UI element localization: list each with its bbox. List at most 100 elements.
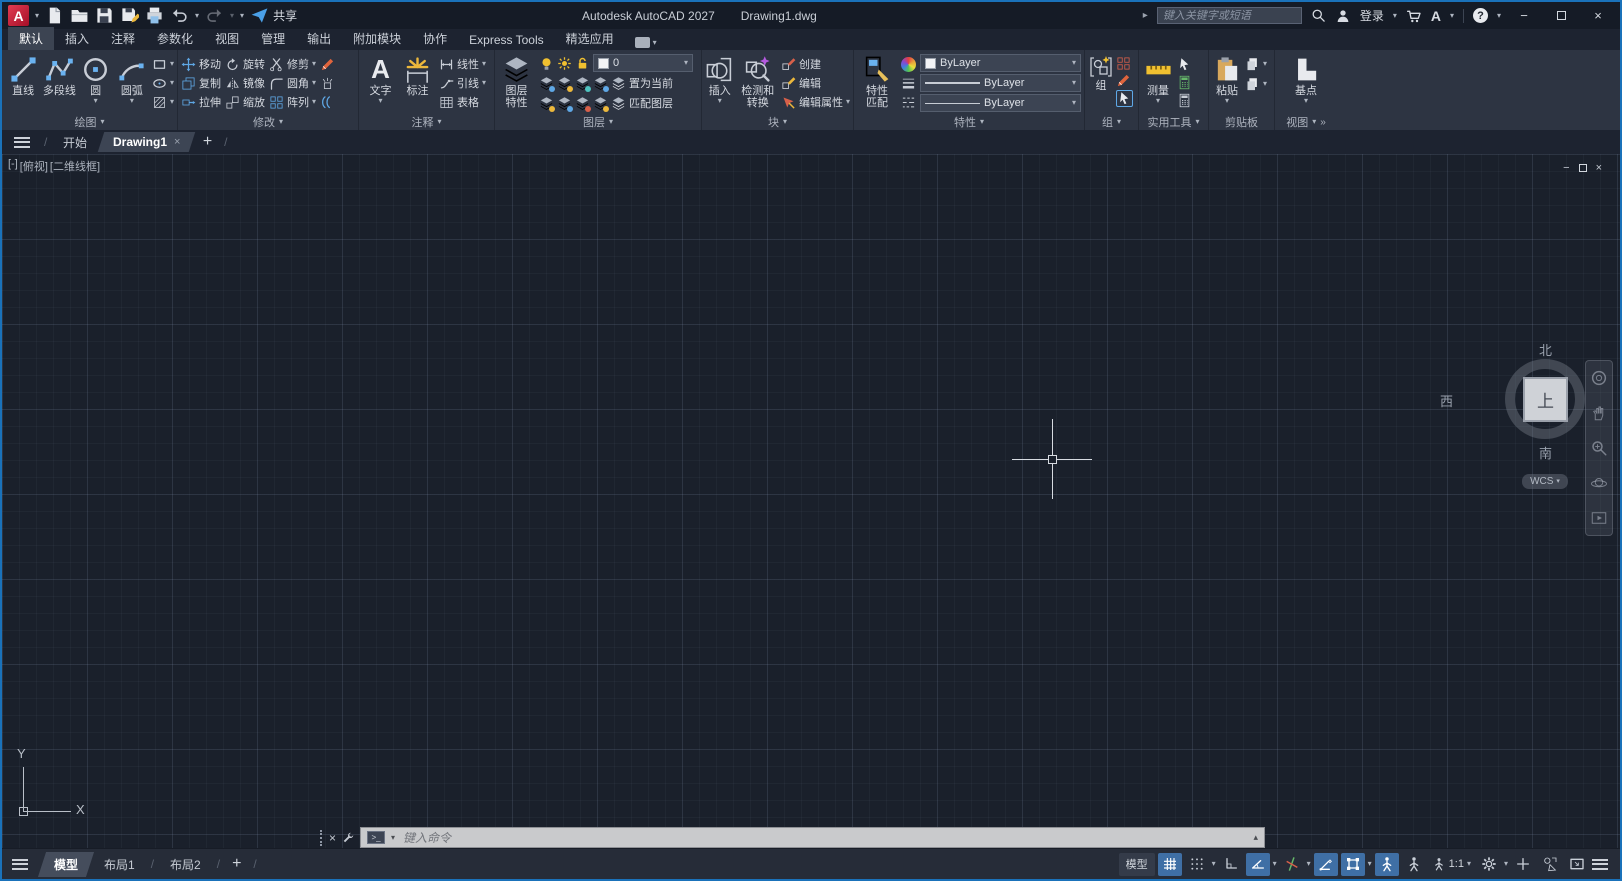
command-line-wrench-icon[interactable] xyxy=(341,831,355,845)
panel-utilities-footer[interactable]: 实用工具 ▾ xyxy=(1139,114,1208,130)
undo-button[interactable] xyxy=(170,6,189,25)
stretch-button[interactable]: 拉伸 xyxy=(181,93,221,111)
viewport-control-minus[interactable]: [-] xyxy=(8,158,18,174)
user-icon[interactable] xyxy=(1335,8,1351,24)
model-space-button[interactable]: 模型 xyxy=(1118,852,1155,876)
isolate-objects-button[interactable] xyxy=(1538,853,1562,876)
layout1-tab[interactable]: 布局1 xyxy=(88,852,151,877)
command-line-grip[interactable] xyxy=(320,829,324,846)
qat-customize-caret-icon[interactable]: ▾ xyxy=(240,11,244,20)
layer-lock-icon[interactable] xyxy=(575,56,590,71)
redo-caret-icon[interactable]: ▾ xyxy=(230,11,234,20)
scale-button[interactable]: 缩放 xyxy=(225,93,265,111)
layer-dropdown[interactable]: 0 ▾ xyxy=(593,54,693,72)
trim-button[interactable]: 修剪 ▾ xyxy=(269,55,316,73)
ribbon-tab-view[interactable]: 视图 xyxy=(204,27,250,50)
annotation-visibility-toggle[interactable] xyxy=(1374,852,1399,876)
viewport-control-view[interactable]: [俯视] xyxy=(20,158,48,174)
insert-caret-icon[interactable]: ▾ xyxy=(718,97,722,105)
help-icon[interactable]: ? xyxy=(1472,8,1488,23)
lineweight-button[interactable] xyxy=(901,74,916,92)
workspace-caret-icon[interactable]: ▾ xyxy=(1504,860,1508,868)
file-tab-drawing1[interactable]: Drawing1 × xyxy=(98,132,197,152)
ortho-toggle[interactable] xyxy=(1219,853,1243,876)
command-history-up-icon[interactable]: ▴ xyxy=(1253,832,1258,843)
rotate-button[interactable]: 旋转 xyxy=(225,55,265,73)
polyline-button[interactable]: 多段线 xyxy=(41,53,77,114)
group-edit-button[interactable] xyxy=(1116,72,1133,89)
layer-unlock-icon[interactable] xyxy=(575,96,591,112)
arc-button[interactable]: 圆弧 ▾ xyxy=(114,53,150,114)
layer-isolate-icon[interactable] xyxy=(557,76,573,92)
quick-select-button[interactable] xyxy=(1177,55,1192,73)
text-button[interactable]: A 文字 ▾ xyxy=(362,53,399,114)
circle-button[interactable]: 圆 ▾ xyxy=(78,53,114,114)
color-dropdown[interactable]: ByLayer ▾ xyxy=(920,54,1081,72)
showmotion-icon[interactable] xyxy=(1590,509,1608,527)
file-tab-start[interactable]: 开始 xyxy=(48,131,103,154)
base-point-button[interactable]: 基点 ▾ xyxy=(1288,53,1325,114)
layer-properties-button[interactable]: 图层 特性 xyxy=(498,53,535,114)
panel-clipboard-footer[interactable]: 剪贴板 xyxy=(1209,114,1274,130)
polar-caret-icon[interactable]: ▾ xyxy=(1273,860,1277,868)
viewcube-west[interactable]: 西 xyxy=(1440,391,1453,410)
command-prompt-icon[interactable]: >_ xyxy=(367,831,386,844)
calculator-button[interactable] xyxy=(1177,91,1192,109)
viewcube-north[interactable]: 北 xyxy=(1539,340,1552,359)
layer-unisolate-icon[interactable] xyxy=(539,96,555,112)
paste-caret-icon[interactable]: ▾ xyxy=(1225,97,1229,105)
minimize-window-button[interactable]: − xyxy=(1510,2,1538,29)
ribbon-display-toggle[interactable]: ▾ xyxy=(634,37,657,48)
drawing-restore-icon[interactable] xyxy=(1578,164,1587,172)
autodesk-a-icon[interactable]: A xyxy=(1431,8,1441,24)
edit-block-button[interactable]: 编辑 xyxy=(781,74,850,92)
array-button[interactable]: 阵列 ▾ xyxy=(269,93,316,111)
pan-hand-icon[interactable] xyxy=(1590,404,1608,422)
command-line-close-icon[interactable]: × xyxy=(329,831,336,845)
linear-dimension-button[interactable]: 线性 ▾ xyxy=(439,55,486,73)
layout-menu-icon[interactable] xyxy=(12,858,28,870)
ribbon-tab-manage[interactable]: 管理 xyxy=(250,27,296,50)
layer-thaw-icon[interactable] xyxy=(557,96,573,112)
ribbon-tab-parametric[interactable]: 参数化 xyxy=(146,27,204,50)
viewcube[interactable]: 上 北 南 西 东 xyxy=(1440,343,1596,461)
object-snap-tracking-toggle[interactable] xyxy=(1313,852,1338,876)
base-point-caret-icon[interactable]: ▾ xyxy=(1304,97,1308,105)
group-button[interactable]: 组 xyxy=(1088,53,1114,114)
maximize-window-button[interactable] xyxy=(1547,2,1575,29)
panel-annotation-footer[interactable]: 注释 ▾ xyxy=(359,114,494,130)
new-file-button[interactable] xyxy=(45,6,64,25)
app-store-cart-icon[interactable] xyxy=(1406,8,1422,24)
create-block-button[interactable]: 创建 xyxy=(781,55,850,73)
search-icon[interactable] xyxy=(1311,8,1326,23)
sign-in-button[interactable]: 登录 xyxy=(1360,7,1384,24)
fillet-button[interactable]: 圆角 ▾ xyxy=(269,74,316,92)
polar-tracking-toggle[interactable] xyxy=(1245,852,1270,876)
copy-button[interactable]: 复制 xyxy=(181,74,221,92)
app-menu-button[interactable]: A xyxy=(8,5,29,26)
paste-button[interactable]: 粘贴 ▾ xyxy=(1212,53,1242,114)
undo-caret-icon[interactable]: ▾ xyxy=(195,11,199,20)
snap-caret-icon[interactable]: ▾ xyxy=(1212,860,1216,868)
panel-layers-footer[interactable]: 图层 ▾ xyxy=(495,114,701,130)
panel-draw-footer[interactable]: 绘图 ▾ xyxy=(2,114,177,130)
close-drawing1-icon[interactable]: × xyxy=(174,136,180,148)
plot-button[interactable] xyxy=(145,6,164,25)
panel-modify-footer[interactable]: 修改 ▾ xyxy=(178,114,358,130)
match-layer-button[interactable]: 匹配图层 xyxy=(611,94,673,112)
isodraft-caret-icon[interactable]: ▾ xyxy=(1307,860,1311,868)
mirror-button[interactable]: 镜像 xyxy=(225,74,265,92)
ribbon-tab-express-tools[interactable]: Express Tools xyxy=(458,30,554,50)
navigation-wheel-icon[interactable] xyxy=(1590,369,1608,387)
lineweight-dropdown[interactable]: ByLayer ▾ xyxy=(920,74,1081,92)
annotation-scale-button[interactable]: 1:1 ▾ xyxy=(1429,857,1474,871)
close-window-button[interactable]: × xyxy=(1584,2,1612,29)
model-tab[interactable]: 模型 xyxy=(37,851,95,877)
command-input[interactable] xyxy=(401,829,1248,846)
search-input[interactable] xyxy=(1156,7,1302,24)
hatch-button[interactable]: ▾ xyxy=(152,93,174,111)
file-tabs-menu-icon[interactable] xyxy=(14,136,30,148)
layer-freeze-icon[interactable] xyxy=(557,56,572,71)
cut-clip-button[interactable]: ▾ xyxy=(1245,55,1267,73)
snap-toggle[interactable] xyxy=(1185,853,1209,876)
